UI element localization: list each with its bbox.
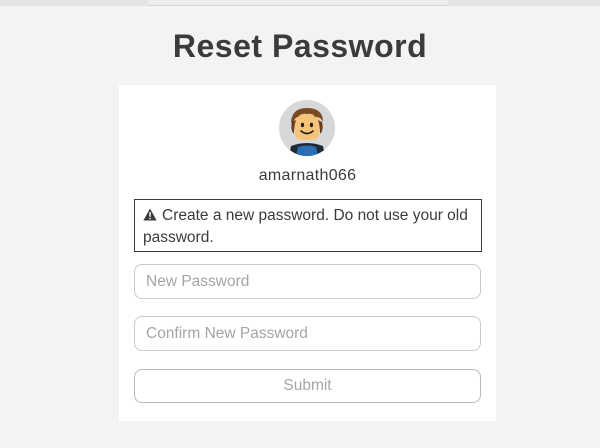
confirm-password-input[interactable] [134, 316, 481, 351]
warning-icon [143, 208, 157, 221]
new-password-input[interactable] [134, 264, 481, 299]
reset-password-card: amarnath066 Create a new password. Do no… [119, 85, 496, 421]
notice-text: Create a new password. Do not use your o… [143, 207, 468, 246]
tab-edge [148, 0, 448, 6]
password-notice: Create a new password. Do not use your o… [134, 199, 482, 252]
avatar-icon [279, 100, 335, 156]
submit-button[interactable]: Submit [134, 369, 481, 403]
username: amarnath066 [258, 167, 357, 184]
avatar-image [279, 100, 335, 156]
browser-top-strip [0, 0, 600, 6]
page-title: Reset Password [172, 28, 428, 64]
